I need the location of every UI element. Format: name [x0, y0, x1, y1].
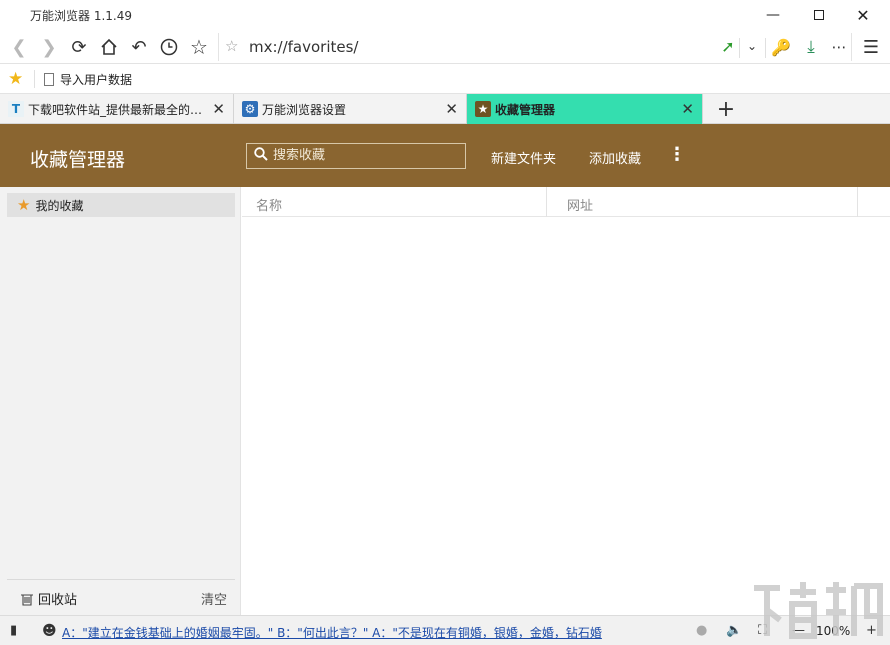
- back-icon: ❮: [11, 36, 27, 58]
- column-header-name[interactable]: 名称: [256, 195, 282, 214]
- news-avatar-icon: ☻: [42, 623, 57, 639]
- maximize-button[interactable]: [796, 0, 842, 30]
- recycle-bin-button[interactable]: 回收站: [20, 589, 77, 608]
- tab-label: 下载吧软件站_提供最新最全的…: [28, 102, 203, 117]
- tab-label: 收藏管理器: [495, 102, 556, 117]
- forward-button[interactable]: ❯: [36, 34, 62, 60]
- table-header: 名称 网址: [242, 187, 890, 217]
- navigation-bar: ❮ ❯ ⟳ ↶ ☆ ☆ ➚ ⌄ 🔑 ⤓ ⋯ ☰: [0, 30, 890, 64]
- address-input[interactable]: [249, 38, 689, 56]
- refresh-icon: ⟳: [71, 36, 87, 58]
- more-options-button[interactable]: ⋮: [668, 144, 686, 165]
- back-button[interactable]: ❮: [6, 34, 32, 60]
- bookmarks-bar: ★ 导入用户数据: [0, 64, 890, 94]
- add-favorite-button[interactable]: 添加收藏: [589, 148, 641, 167]
- pin-button[interactable]: ➚: [715, 33, 741, 59]
- column-divider[interactable]: [546, 187, 547, 217]
- home-button[interactable]: [96, 34, 122, 60]
- tab-close-icon[interactable]: ✕: [681, 100, 694, 118]
- page-title: 收藏管理器: [30, 149, 126, 171]
- trash-icon: [21, 593, 33, 606]
- sidebar-item-my-favorites[interactable]: ★ 我的收藏: [7, 193, 235, 217]
- tab-close-icon[interactable]: ✕: [445, 100, 458, 118]
- plus-icon: +: [716, 96, 736, 122]
- favorites-list: 名称 网址: [242, 187, 890, 615]
- tab-settings[interactable]: ⚙ 万能浏览器设置 ✕: [234, 94, 467, 124]
- maximize-icon: [814, 10, 824, 20]
- tab-download-site[interactable]: T 下载吧软件站_提供最新最全的… ✕: [0, 94, 234, 124]
- tab-label: 万能浏览器设置: [262, 102, 347, 117]
- title-bar: 万能浏览器 1.1.49 — ✕: [0, 0, 890, 30]
- sidebar-toggle-icon[interactable]: ▮: [10, 623, 17, 638]
- bookmark-label: 导入用户数据: [60, 73, 133, 87]
- refresh-button[interactable]: ⟳: [66, 34, 92, 60]
- new-folder-button[interactable]: 新建文件夹: [491, 148, 556, 167]
- forward-icon: ❯: [41, 36, 57, 58]
- minimize-icon: —: [766, 7, 780, 23]
- favorites-star-icon: ★: [475, 101, 491, 117]
- divider: [765, 38, 766, 58]
- download-icon: ⤓: [807, 37, 815, 57]
- document-icon: [44, 73, 54, 86]
- tab-favorites-manager[interactable]: ★ 收藏管理器 ✕: [467, 94, 703, 124]
- more-button[interactable]: ⋯: [826, 34, 852, 60]
- star-icon: ★: [17, 196, 31, 214]
- undo-button[interactable]: ↶: [126, 34, 152, 60]
- search-icon: [254, 147, 268, 161]
- address-dropdown-button[interactable]: ⌄: [739, 33, 765, 59]
- history-icon: [160, 38, 178, 56]
- bookmarks-star-icon[interactable]: ★: [8, 69, 23, 89]
- minimize-button[interactable]: —: [750, 0, 796, 30]
- divider: [34, 70, 35, 88]
- address-star-icon[interactable]: ☆: [225, 37, 238, 55]
- menu-icon: ☰: [862, 36, 880, 58]
- favorites-header: 收藏管理器 新建文件夹 添加收藏 ⋮: [0, 124, 890, 187]
- new-tab-button[interactable]: +: [712, 96, 740, 122]
- app-icon[interactable]: ●: [696, 623, 707, 638]
- search-input[interactable]: [273, 148, 459, 163]
- column-header-url[interactable]: 网址: [567, 195, 593, 214]
- bookmark-star-icon: ☆: [190, 35, 208, 59]
- divider: [7, 579, 235, 580]
- bookmark-import-user-data[interactable]: 导入用户数据: [44, 71, 132, 88]
- download-button[interactable]: ⤓: [798, 34, 824, 60]
- address-bar: ☆ ➚ ⌄: [218, 33, 852, 61]
- chevron-down-icon: ⌄: [746, 39, 758, 53]
- key-icon: 🔑: [771, 37, 791, 57]
- sidebar: ★ 我的收藏 回收站 清空: [0, 187, 241, 615]
- bookmark-button[interactable]: ☆: [186, 34, 212, 60]
- recycle-bin-label: 回收站: [38, 593, 78, 608]
- undo-icon: ↶: [131, 36, 147, 58]
- history-button[interactable]: [156, 34, 182, 60]
- column-divider[interactable]: [857, 187, 858, 217]
- settings-gear-icon: ⚙: [242, 101, 258, 117]
- site-watermark: [754, 582, 883, 639]
- sidebar-item-label: 我的收藏: [35, 198, 84, 213]
- clear-button[interactable]: 清空: [201, 589, 227, 608]
- tab-close-icon[interactable]: ✕: [212, 100, 225, 118]
- more-icon: ⋯: [831, 38, 847, 56]
- news-ticker[interactable]: A："建立在金钱基础上的婚姻最牢固。" B："何出此言？" A："不是现在有铜婚…: [62, 624, 602, 641]
- pin-icon: ➚: [721, 36, 735, 56]
- tab-bar: T 下载吧软件站_提供最新最全的… ✕ ⚙ 万能浏览器设置 ✕ ★ 收藏管理器 …: [0, 94, 890, 124]
- password-button[interactable]: 🔑: [768, 34, 794, 60]
- close-icon: ✕: [856, 5, 870, 25]
- close-button[interactable]: ✕: [840, 0, 886, 30]
- search-box: [246, 143, 466, 169]
- window-title: 万能浏览器 1.1.49: [30, 9, 132, 23]
- tab-site-icon: T: [8, 101, 24, 117]
- home-icon: [101, 38, 117, 55]
- main-menu-button[interactable]: ☰: [858, 34, 884, 60]
- volume-icon[interactable]: 🔈: [726, 623, 742, 638]
